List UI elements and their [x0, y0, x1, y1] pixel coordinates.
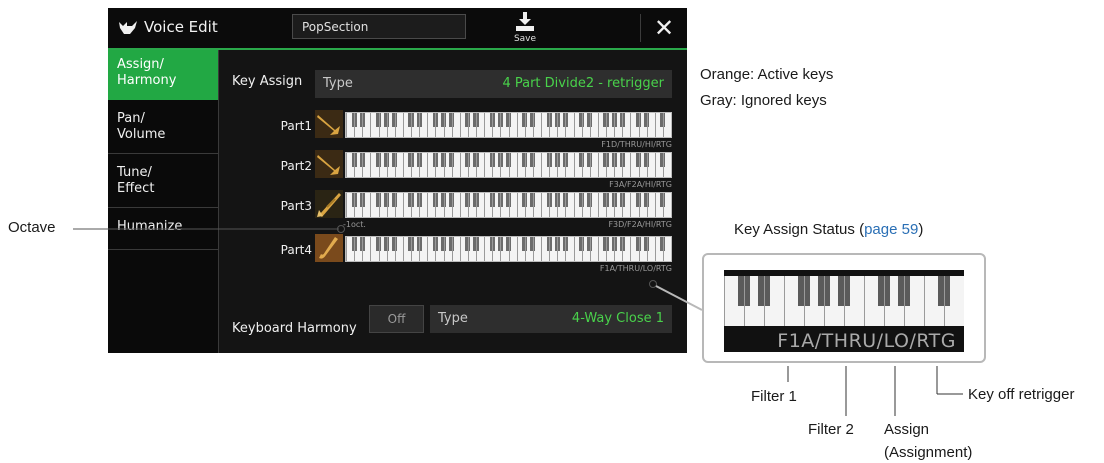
- callout-lines: [73, 225, 963, 416]
